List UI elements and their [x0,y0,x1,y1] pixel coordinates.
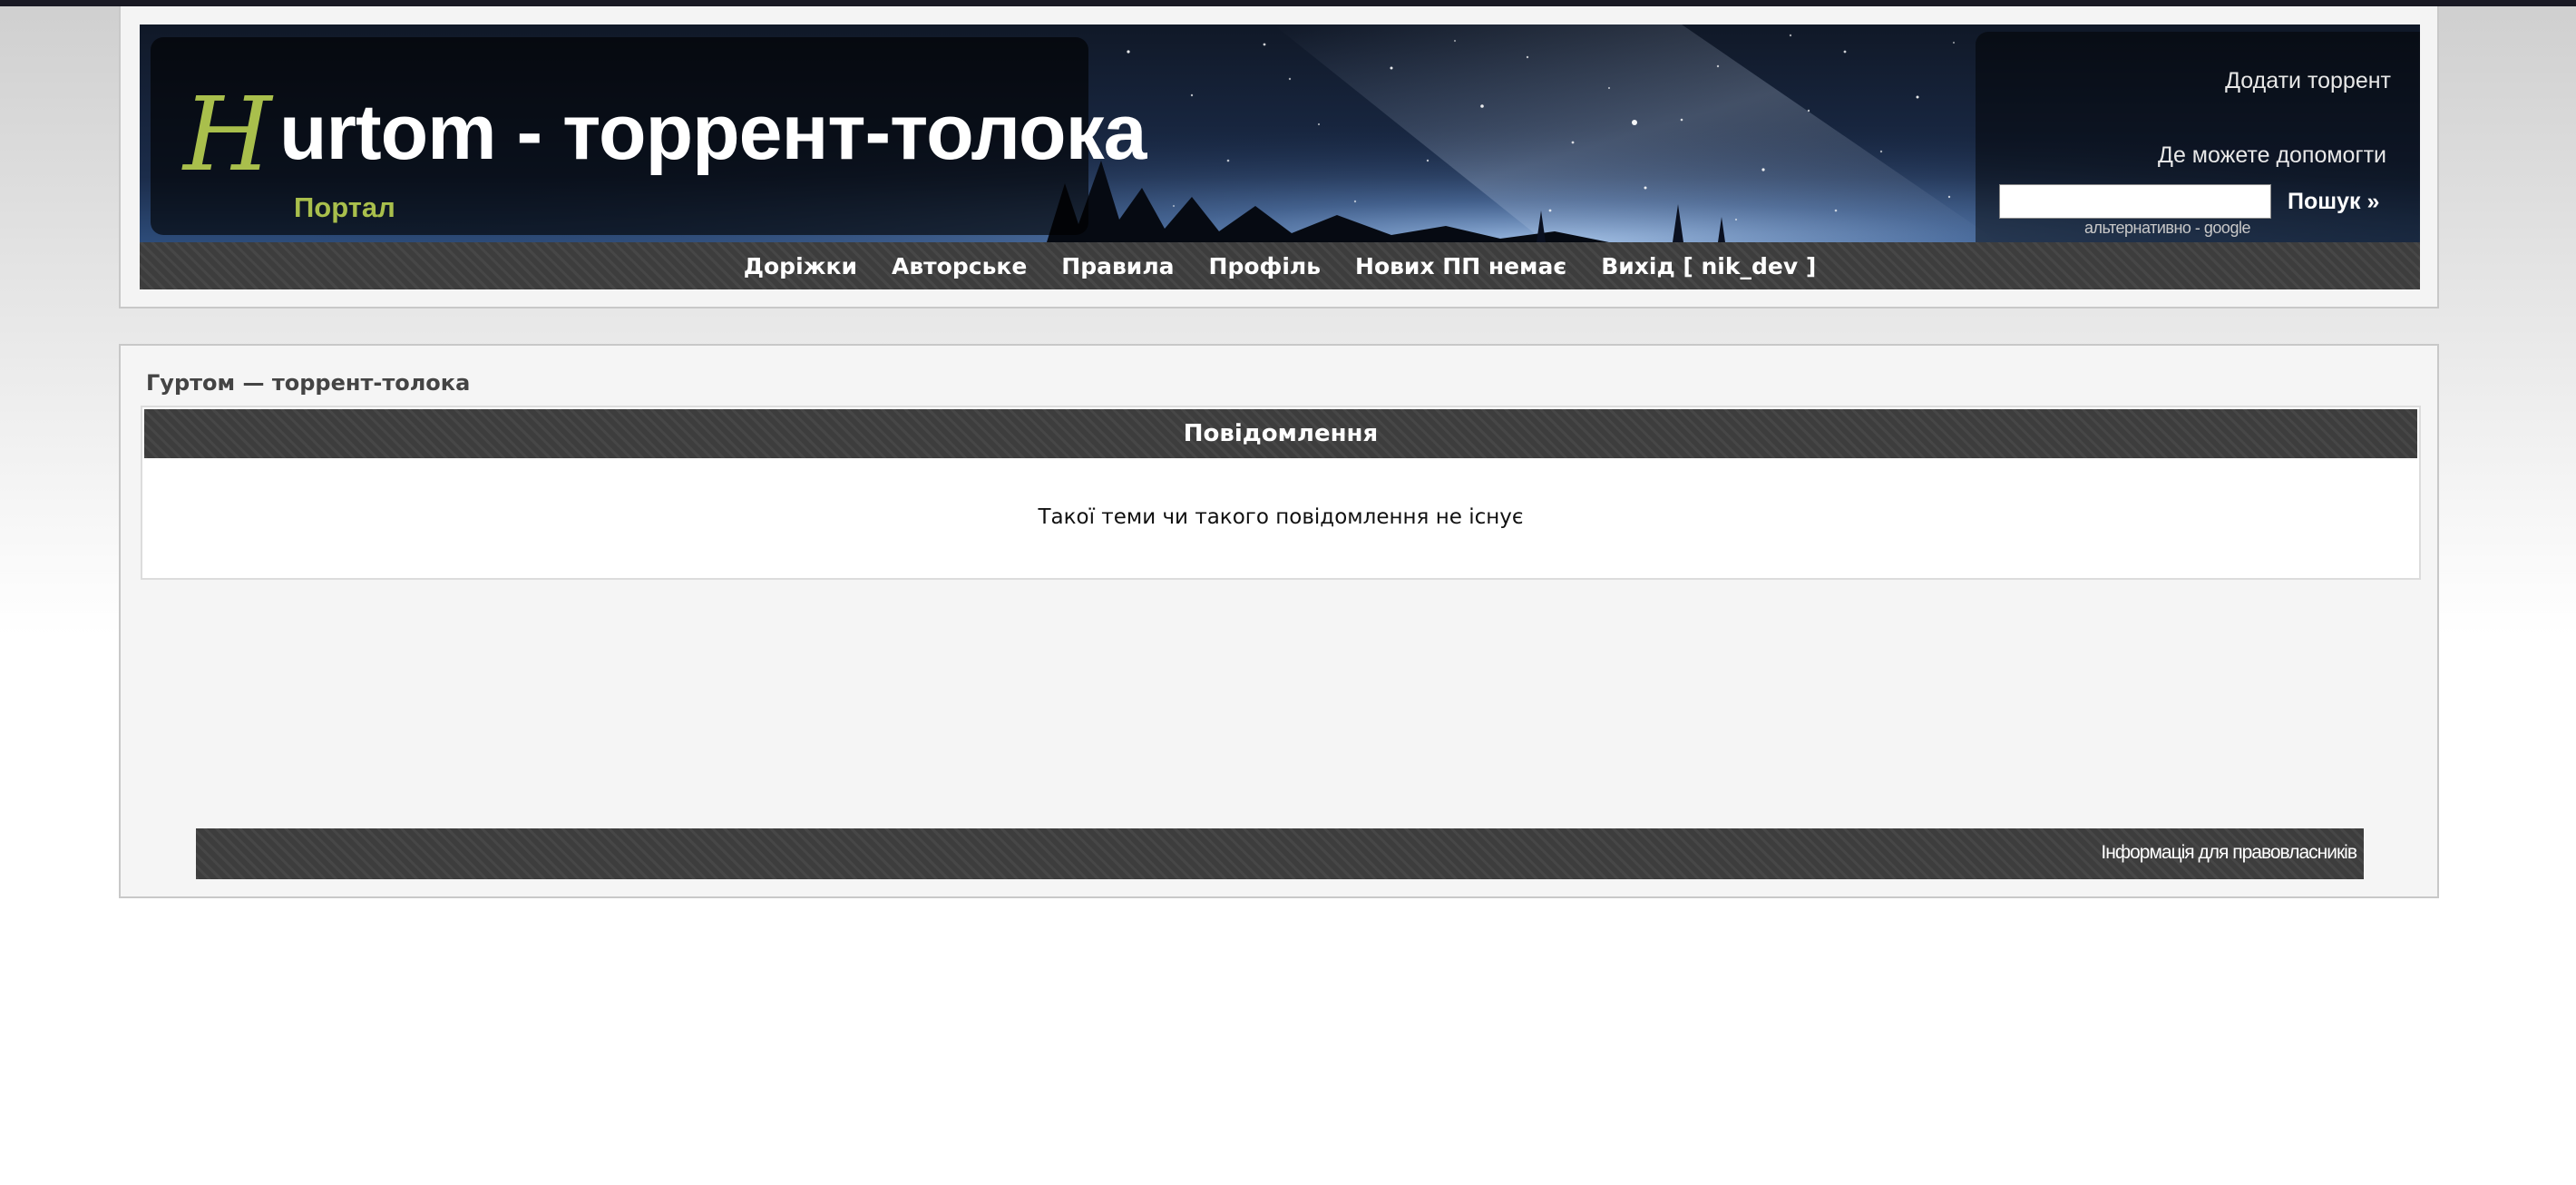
nav-item-private-messages[interactable]: Нових ПП немає [1355,253,1566,279]
header-panel: H urtom - торрент-толока Портал Додати т… [119,6,2439,308]
logo-subtitle: Портал [294,191,395,223]
logo-letter: H [183,76,272,194]
logo-title: urtom - торрент-толока [279,89,1147,176]
message-text: Такої теми чи такого повідомлення не існ… [1038,505,1524,529]
nav-bar: Доріжки Авторське Правила Профіль Нових … [140,242,2420,289]
where-help-link[interactable]: Де можете допомогти [2158,142,2386,169]
alt-google-link[interactable]: альтернативно - google [2084,219,2284,238]
main-panel: Гуртом — торрент-толока Повідомлення Так… [119,344,2439,898]
nav-item-authors[interactable]: Авторське [892,253,1027,279]
message-box: Повідомлення Такої теми чи такого повідо… [141,406,2421,580]
copyright-info-link[interactable]: Інформація для правовласників [2101,842,2357,864]
browser-top-edge [0,0,2576,6]
main-nav: Доріжки Авторське Правила Профіль Нових … [140,242,2420,289]
header-banner: H urtom - торрент-толока Портал Додати т… [140,24,2420,242]
footer-bar: Інформація для правовласників [196,828,2364,879]
logo-block[interactable]: H urtom - торрент-толока Портал [151,37,1147,235]
add-torrent-link[interactable]: Додати торрент [2225,68,2391,94]
message-header: Повідомлення [144,409,2417,458]
search-button[interactable]: Пошук » [2282,184,2402,219]
nav-item-tracks[interactable]: Доріжки [744,253,857,279]
message-title: Повідомлення [1183,420,1379,447]
nav-item-rules[interactable]: Правила [1061,253,1174,279]
search-input[interactable] [1999,184,2271,219]
nav-item-logout[interactable]: Вихід [ nik_dev ] [1601,253,1816,279]
nav-item-profile[interactable]: Профіль [1209,253,1322,279]
breadcrumb[interactable]: Гуртом — торрент-толока [146,370,470,396]
